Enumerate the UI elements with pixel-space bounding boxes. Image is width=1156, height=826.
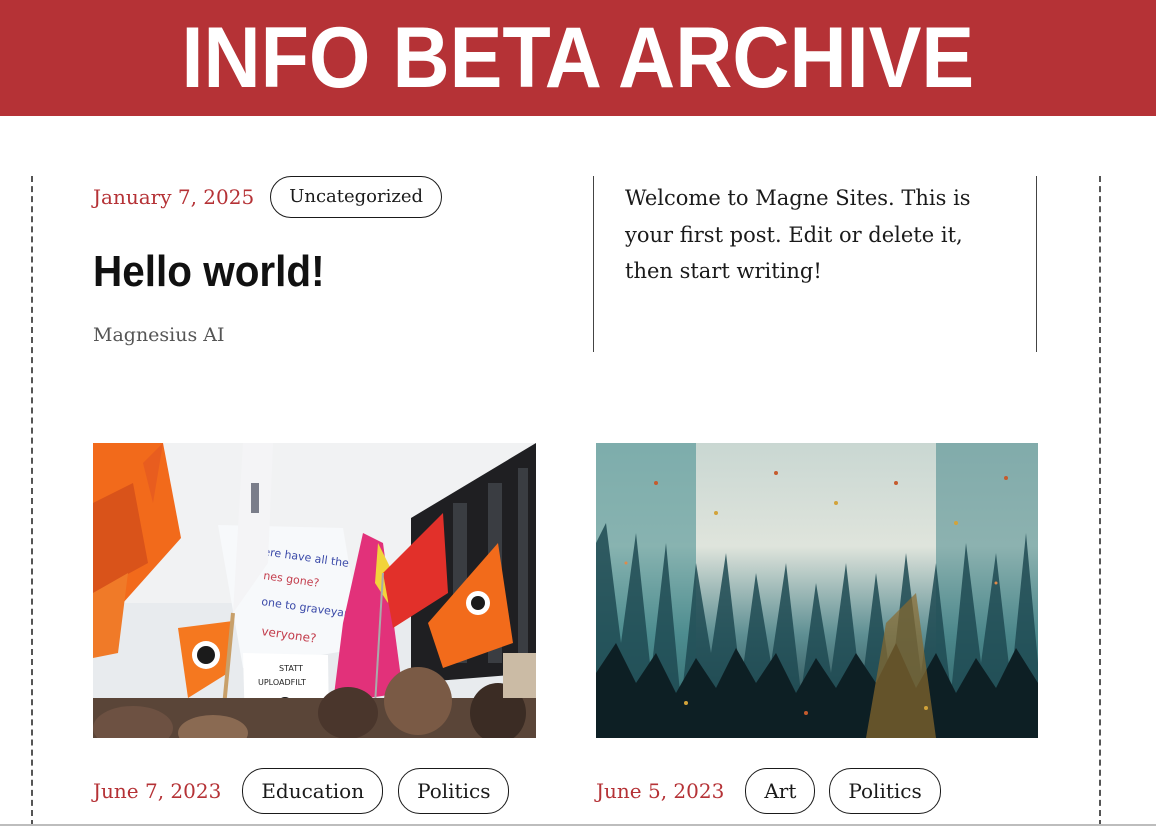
- category-pill-education[interactable]: Education: [242, 768, 384, 814]
- svg-text:UPLOADFILT: UPLOADFILT: [258, 678, 306, 687]
- site-title-link[interactable]: INFO BETA ARCHIVE: [182, 15, 975, 101]
- post-date[interactable]: June 5, 2023: [596, 779, 724, 803]
- category-pill-uncategorized[interactable]: Uncategorized: [270, 176, 443, 218]
- post-meta-2: June 5, 2023 Art Politics: [596, 768, 941, 814]
- site-header: INFO BETA ARCHIVE: [0, 0, 1156, 116]
- post-title-link[interactable]: Hello world!: [93, 244, 325, 300]
- svg-text:STATT: STATT: [279, 664, 303, 673]
- post-meta-1: June 7, 2023 Education Politics: [93, 768, 510, 814]
- post-date[interactable]: January 7, 2025: [93, 185, 254, 209]
- category-pill-art[interactable]: Art: [745, 768, 816, 814]
- category-pill-politics[interactable]: Politics: [829, 768, 941, 814]
- dashed-divider-left: [31, 176, 33, 826]
- post-excerpt-box: Welcome to Magne Sites. This is your fir…: [593, 176, 1037, 352]
- category-pill-politics[interactable]: Politics: [398, 768, 510, 814]
- dashed-divider-right: [1099, 176, 1101, 826]
- abstract-forest-image: [596, 443, 1038, 738]
- post-thumbnail-art[interactable]: [596, 443, 1038, 738]
- post-author[interactable]: Magnesius AI: [93, 324, 225, 346]
- featured-post-meta: January 7, 2025 Uncategorized: [93, 176, 443, 218]
- post-thumbnail-protest[interactable]: ere have all the nes gone? one to gravey…: [93, 443, 536, 738]
- protest-flags-image: ere have all the nes gone? one to gravey…: [93, 443, 536, 738]
- post-date[interactable]: June 7, 2023: [93, 779, 221, 803]
- post-excerpt: Welcome to Magne Sites. This is your fir…: [625, 186, 971, 283]
